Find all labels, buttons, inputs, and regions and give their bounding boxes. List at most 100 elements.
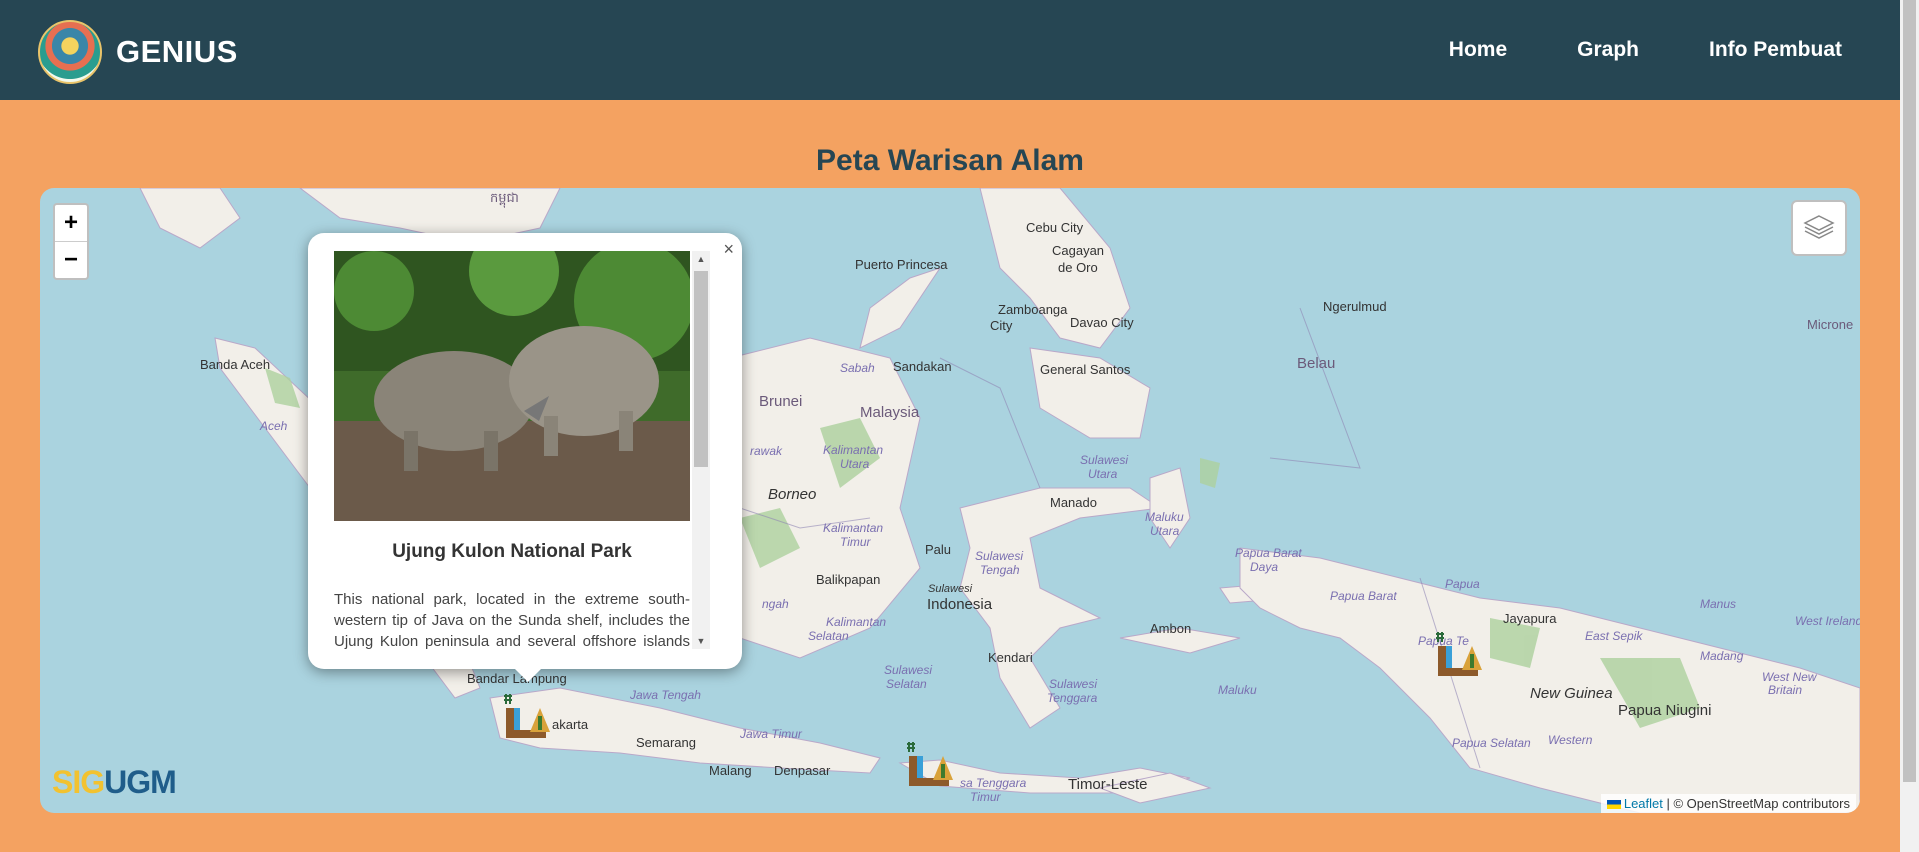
zoom-out-button[interactable]: − bbox=[55, 241, 87, 278]
brand-name: GENIUS bbox=[116, 34, 238, 69]
brand[interactable]: GENIUS bbox=[38, 20, 238, 84]
map-label-papua: Papua bbox=[1445, 577, 1480, 591]
popup-scrollbar[interactable]: ▲ ▼ bbox=[692, 251, 710, 649]
map-label-cagayan: Cagayan bbox=[1052, 243, 1105, 258]
popup-close-button[interactable]: × bbox=[723, 239, 734, 260]
map-label-jawatengah: Jawa Tengah bbox=[630, 688, 701, 702]
ukraine-flag-icon bbox=[1606, 800, 1621, 810]
popup-tip bbox=[514, 668, 542, 682]
map-label-sulawesitengah2: Tengah bbox=[980, 563, 1020, 577]
scroll-up-arrow-icon[interactable]: ▲ bbox=[692, 251, 710, 267]
map-label-westnewbritain2: Britain bbox=[1768, 683, 1803, 697]
map-label-malang: Malang bbox=[709, 763, 752, 778]
popup-scroll-thumb[interactable] bbox=[694, 271, 708, 467]
map-label-belau: Belau bbox=[1297, 355, 1336, 372]
map-label-westnewbritain: West New bbox=[1762, 670, 1817, 684]
map-label-newireland: West Ireland bbox=[1795, 614, 1860, 628]
map-label-sabah: Sabah bbox=[840, 361, 875, 375]
map-label-kalimantanutara: Kalimantan bbox=[823, 443, 884, 457]
popup-content: Ujung Kulon National Park This national … bbox=[334, 251, 690, 649]
map-label-zamboanga: Zamboanga bbox=[998, 302, 1068, 317]
map-label-indonesia: Indonesia bbox=[927, 596, 993, 613]
heritage-marker-icon[interactable] bbox=[903, 736, 959, 792]
map-label-sulawesi: Sulawesi bbox=[928, 583, 973, 595]
map-label-kalimantantimur2: Timur bbox=[840, 535, 871, 549]
map-label-nusatenggara: sa Tenggara bbox=[960, 776, 1027, 790]
map-label-sulawesiselatan: Sulawesi bbox=[884, 663, 933, 677]
map-label-manus: Manus bbox=[1700, 597, 1737, 611]
map-label-sulawesiutara2: Utara bbox=[1088, 467, 1118, 481]
map-label-ambon: Ambon bbox=[1150, 621, 1192, 636]
ugm-logo-text: UGM bbox=[104, 764, 177, 800]
map-label-ngerulmud: Ngerulmud bbox=[1323, 299, 1387, 314]
map-label-cebu: Cebu City bbox=[1026, 220, 1084, 235]
map-label-denpasar: Denpasar bbox=[774, 763, 831, 778]
map-label-papuaselatan: Papua Selatan bbox=[1452, 736, 1531, 750]
sigugm-logo: SIGUGM bbox=[52, 764, 177, 801]
page-title: Peta Warisan Alam bbox=[816, 144, 1084, 177]
layers-control-button[interactable] bbox=[1791, 200, 1847, 256]
nav-links: Home Graph Info Pembuat bbox=[1449, 0, 1842, 100]
map-label-brunei: Brunei bbox=[759, 393, 803, 410]
layers-icon bbox=[1803, 215, 1835, 239]
popup-description: This national park, located in the extre… bbox=[334, 591, 690, 649]
map-label-malukuutara: Maluku bbox=[1145, 510, 1184, 524]
map-label-madang: Madang bbox=[1700, 649, 1744, 663]
map-label-semarang: Semarang bbox=[636, 735, 696, 750]
zoom-control: + − bbox=[53, 203, 89, 280]
scroll-down-arrow-icon[interactable]: ▼ bbox=[692, 633, 710, 649]
map-label-papuabarat: Papua Barat bbox=[1235, 546, 1302, 560]
map-label-western: Western bbox=[1548, 733, 1593, 747]
map-label-micronesia: Microne bbox=[1807, 317, 1854, 332]
popup-title: Ujung Kulon National Park bbox=[392, 541, 632, 562]
navbar: GENIUS Home Graph Info Pembuat bbox=[0, 0, 1900, 100]
map-label-manado: Manado bbox=[1050, 495, 1097, 510]
map-label-aceh: Aceh bbox=[260, 419, 288, 433]
map-label-papuaniugini: Papua Niugini bbox=[1618, 702, 1712, 719]
map-label-kendari: Kendari bbox=[988, 650, 1033, 665]
map-label-sulawesitenggara: Sulawesi bbox=[1049, 677, 1098, 691]
map-label-zcity: City bbox=[990, 318, 1013, 333]
map-label-jakarta: akarta bbox=[552, 717, 589, 732]
map-label-sulawesiutara: Sulawesi bbox=[1080, 453, 1129, 467]
map-label-newguinea: New Guinea bbox=[1530, 685, 1613, 702]
heritage-marker-icon[interactable] bbox=[1432, 626, 1488, 682]
sig-logo-text: SIG bbox=[52, 764, 105, 800]
map-label-kalimantanutara2: Utara bbox=[840, 457, 870, 471]
map-label-palu: Palu bbox=[925, 542, 952, 557]
map-attribution: Leaflet | © OpenStreetMap contributors bbox=[1600, 794, 1856, 813]
map-label-papuabarat2: Daya bbox=[1250, 560, 1279, 574]
map-label-kalimantanselatan2: Selatan bbox=[808, 629, 849, 643]
map-label-davao: Davao City bbox=[1070, 315, 1134, 330]
map-popup: × Ujung Kulon National Park This nationa… bbox=[308, 233, 742, 669]
genius-logo-icon bbox=[38, 20, 102, 84]
leaflet-link[interactable]: Leaflet bbox=[1624, 796, 1663, 811]
nav-info-pembuat[interactable]: Info Pembuat bbox=[1709, 38, 1842, 62]
page-scrollbar[interactable] bbox=[1900, 0, 1919, 852]
map-label-bandaaceh: Banda Aceh bbox=[200, 357, 271, 372]
map-label-tengah: ngah bbox=[762, 597, 789, 611]
attribution-text: | © OpenStreetMap contributors bbox=[1662, 796, 1851, 811]
map-label-timorleste: Timor-Leste bbox=[1068, 776, 1148, 793]
map-label-kalbarat: rawak bbox=[750, 444, 783, 458]
map-label-balikpapan: Balikpapan bbox=[816, 572, 881, 587]
map-label-sandakan: Sandakan bbox=[893, 359, 952, 374]
map-label-jayapura: Jayapura bbox=[1503, 611, 1557, 626]
nav-home[interactable]: Home bbox=[1449, 38, 1507, 62]
map-label-papuabarat3: Papua Barat bbox=[1330, 589, 1397, 603]
zoom-in-button[interactable]: + bbox=[55, 205, 87, 241]
page-scroll-thumb[interactable] bbox=[1903, 0, 1916, 782]
map-label-nusatimur: Timur bbox=[970, 790, 1001, 804]
map-label-malaysia: Malaysia bbox=[860, 404, 920, 421]
map-label-jawatimur: Jawa Timur bbox=[740, 727, 802, 741]
map-label-deoro: de Oro bbox=[1058, 260, 1098, 275]
heritage-marker-icon[interactable] bbox=[500, 688, 556, 744]
map-label-sulawesitenggara2: Tenggara bbox=[1047, 691, 1098, 705]
map-label-maluku: Maluku bbox=[1218, 683, 1257, 697]
nav-graph[interactable]: Graph bbox=[1577, 38, 1639, 62]
map-label-kalimantanselatan: Kalimantan bbox=[826, 615, 887, 629]
map-label-sulawesitengah: Sulawesi bbox=[975, 549, 1024, 563]
map-label-eastsepik: East Sepik bbox=[1585, 629, 1643, 643]
map-label-cambodia: កម្ពុជា bbox=[490, 190, 519, 205]
map-label-kalimantantimur: Kalimantan bbox=[823, 521, 884, 535]
